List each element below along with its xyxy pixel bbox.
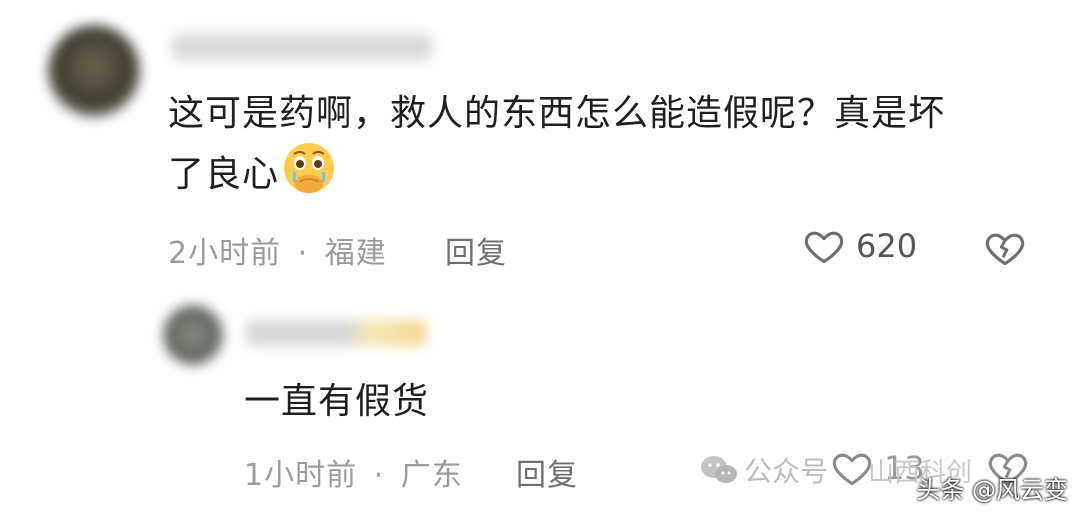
reply-time: 1小时前 xyxy=(244,458,358,493)
reply-button[interactable]: 回复 xyxy=(445,228,507,272)
comment-time: 2小时前 xyxy=(168,236,282,271)
toutiao-watermark: 头条 @风云变 xyxy=(916,476,1068,504)
broken-heart-icon xyxy=(983,226,1027,270)
comment-meta: 2小时前 · 福建 xyxy=(168,228,387,272)
comment-text-line: 了良心 xyxy=(168,140,945,211)
comment-location: 福建 xyxy=(324,236,387,271)
avatar[interactable] xyxy=(48,25,140,117)
reply-button[interactable]: 回复 xyxy=(516,450,578,494)
reply-text: 一直有假货 xyxy=(244,381,430,422)
dislike-button[interactable] xyxy=(983,226,1027,270)
comment-text-line2: 了良心 xyxy=(168,154,280,195)
wechat-watermark: 公众号 xyxy=(700,450,828,490)
pleading-face-crying-icon xyxy=(281,140,337,211)
wechat-label: 公众号 xyxy=(744,455,829,488)
comment-text: 这可是药啊，救人的东西怎么能造假呢？真是坏 了良心 xyxy=(168,88,945,211)
wechat-icon xyxy=(700,454,738,486)
like-count: 620 xyxy=(856,227,918,265)
avatar[interactable] xyxy=(163,305,223,365)
reply-meta: 1小时前 · 广东 xyxy=(244,450,463,494)
meta-separator: · xyxy=(373,458,385,493)
comment-text-line: 这可是药啊，救人的东西怎么能造假呢？真是坏 xyxy=(168,93,946,134)
reply-location: 广东 xyxy=(400,458,463,493)
meta-separator: · xyxy=(297,236,309,271)
like-button[interactable]: 620 xyxy=(802,224,917,268)
username[interactable] xyxy=(246,320,426,346)
username[interactable] xyxy=(172,34,432,60)
heart-icon xyxy=(802,224,846,268)
